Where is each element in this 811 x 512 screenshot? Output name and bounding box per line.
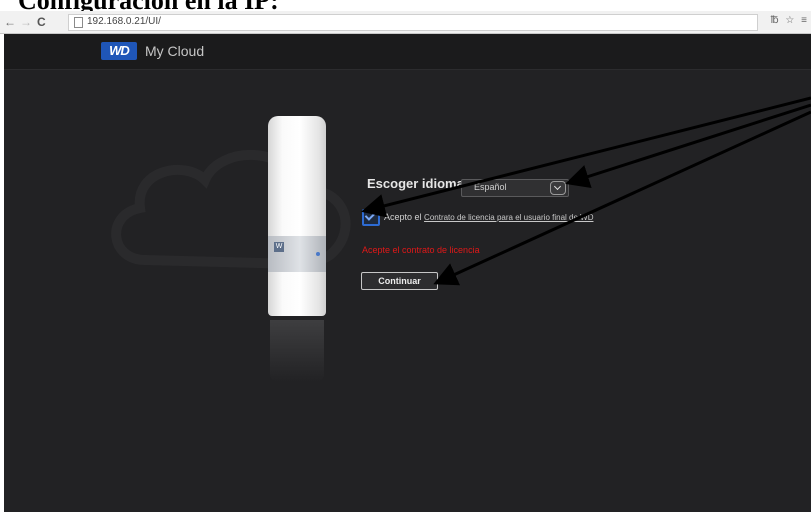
accept-license-label: Acepto el Contrato de licencia para el u… (384, 212, 593, 222)
forward-arrow-icon[interactable]: → (20, 14, 32, 30)
device-logo-icon: W (274, 242, 284, 252)
license-agreement-link[interactable]: Contrato de licencia para el usuario fin… (424, 213, 593, 222)
language-selected-value: Español (474, 182, 507, 192)
back-arrow-icon[interactable]: ← (4, 14, 16, 30)
language-label: Escoger idioma (367, 176, 464, 191)
continue-button[interactable]: Continuar (361, 272, 438, 290)
app-name: My Cloud (145, 43, 205, 59)
my-cloud-device-image: W (268, 116, 326, 316)
accept-prefix-text: Acepto el (384, 212, 422, 222)
license-error-message: Acepte el contrato de licencia (362, 245, 480, 255)
page-icon (74, 17, 83, 28)
cloud-background-icon (111, 149, 351, 270)
accept-license-checkbox[interactable] (362, 209, 380, 226)
wd-logo: WD (101, 42, 137, 60)
browser-toolbar: ← → C 192.168.0.21/UI/ ℔ ☆ ≡ (0, 11, 811, 34)
device-reflection (270, 320, 324, 382)
language-select[interactable]: Español (461, 179, 569, 197)
chevron-down-icon[interactable] (550, 181, 566, 195)
device-status-light (316, 252, 320, 256)
reload-icon[interactable]: C (37, 14, 46, 30)
url-text[interactable]: 192.168.0.21/UI/ (87, 16, 161, 27)
browser-action-icons[interactable]: ℔ ☆ ≡ (770, 15, 809, 26)
page-header: WD My Cloud (4, 34, 811, 70)
address-bar[interactable]: 192.168.0.21/UI/ (68, 14, 758, 31)
device-front-band: W (268, 236, 326, 272)
